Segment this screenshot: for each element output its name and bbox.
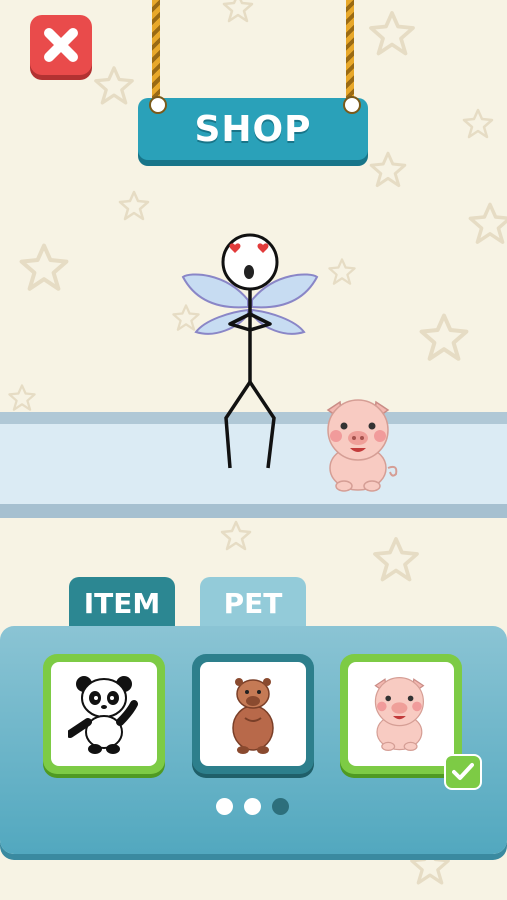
tab-item-label: ITEM bbox=[83, 586, 161, 620]
sign-rope-left bbox=[152, 0, 160, 102]
close-button[interactable] bbox=[30, 15, 92, 75]
shop-sign: SHOP bbox=[138, 98, 368, 160]
pet-slot-capybara[interactable] bbox=[192, 654, 314, 774]
equipped-badge bbox=[444, 754, 482, 790]
sign-rope-right bbox=[346, 0, 354, 102]
sign-nail-right bbox=[343, 96, 361, 114]
sign-nail-left bbox=[149, 96, 167, 114]
page-dot-2[interactable] bbox=[244, 798, 261, 815]
page-dot-1[interactable] bbox=[216, 798, 233, 815]
shop-title: SHOP bbox=[194, 108, 312, 150]
tab-pet[interactable]: PET bbox=[200, 577, 306, 629]
tab-pet-label: PET bbox=[223, 586, 283, 620]
tab-item[interactable]: ITEM bbox=[69, 577, 175, 629]
platform-shadow bbox=[0, 504, 507, 518]
pig-icon bbox=[374, 677, 425, 751]
page-dot-3[interactable] bbox=[272, 798, 289, 815]
stickman-character bbox=[181, 233, 319, 469]
panda-icon bbox=[68, 676, 138, 754]
checkmark-icon bbox=[452, 763, 474, 780]
pig-pet-display bbox=[326, 399, 398, 492]
capybara-icon bbox=[232, 678, 274, 754]
pet-slot-panda[interactable] bbox=[43, 654, 165, 774]
pet-slot-pig[interactable] bbox=[340, 654, 462, 774]
close-icon bbox=[44, 28, 78, 62]
